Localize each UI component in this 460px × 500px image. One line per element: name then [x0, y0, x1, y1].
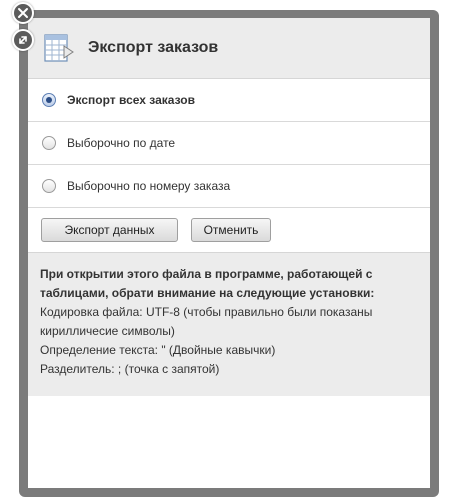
spreadsheet-export-icon	[42, 31, 76, 65]
option-label: Выборочно по номеру заказа	[67, 179, 231, 193]
button-row: Экспорт данных Отменить	[28, 208, 430, 253]
close-button[interactable]	[12, 2, 34, 24]
dialog-title: Экспорт заказов	[88, 39, 219, 56]
info-line-text-qualifier: Определение текста: " (Двойные кавычки)	[40, 343, 276, 357]
option-label: Выборочно по дате	[67, 136, 176, 150]
radio-by-date[interactable]	[42, 136, 56, 150]
info-panel: При открытии этого файла в программе, ра…	[28, 253, 430, 396]
option-by-order-number[interactable]: Выборочно по номеру заказа	[28, 165, 430, 208]
radio-by-order-number[interactable]	[42, 179, 56, 193]
option-by-date[interactable]: Выборочно по дате	[28, 122, 430, 165]
dialog-header: Экспорт заказов	[28, 18, 430, 79]
export-orders-dialog: Экспорт заказов Экспорт всех заказов Выб…	[28, 18, 430, 488]
close-icon	[18, 8, 28, 18]
info-line-encoding: Кодировка файла: UTF-8 (чтобы правильно …	[40, 305, 373, 338]
info-heading: При открытии этого файла в программе, ра…	[40, 267, 375, 300]
option-export-all[interactable]: Экспорт всех заказов	[28, 79, 430, 122]
radio-export-all[interactable]	[42, 93, 56, 107]
info-line-separator: Разделитель: ; (точка с запятой)	[40, 362, 220, 376]
export-data-button[interactable]: Экспорт данных	[41, 218, 178, 242]
cancel-button[interactable]: Отменить	[191, 218, 271, 242]
resize-button[interactable]	[12, 29, 34, 51]
option-label: Экспорт всех заказов	[67, 93, 195, 107]
resize-icon	[19, 36, 27, 44]
